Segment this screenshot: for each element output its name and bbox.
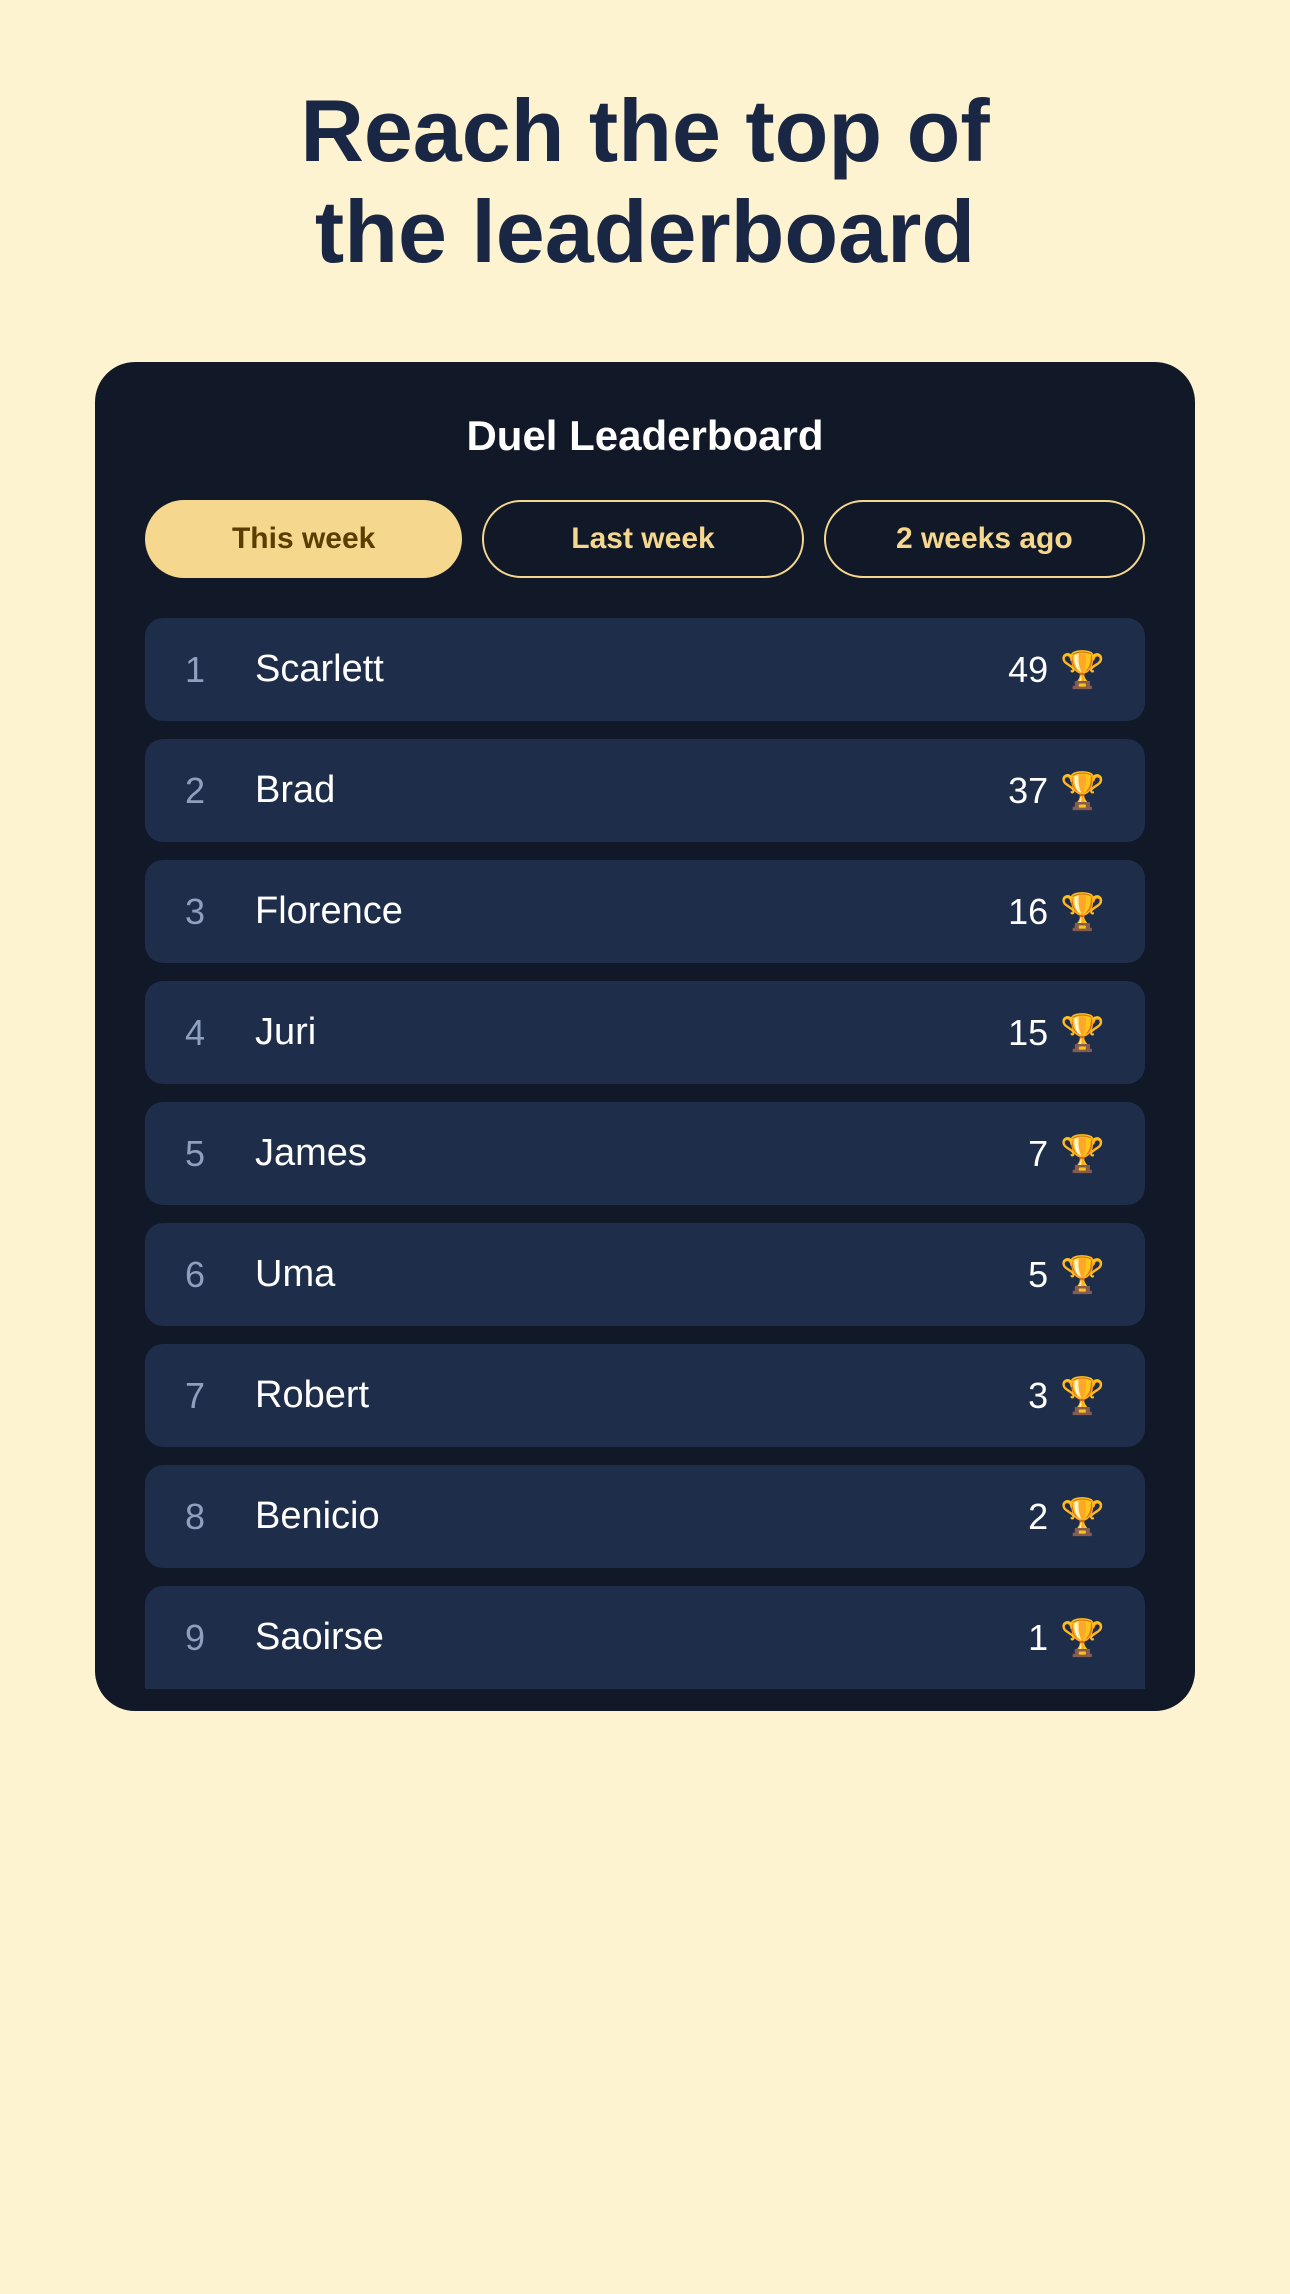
trophy-icon-4: 🏆 [1060, 1012, 1105, 1054]
trophy-icon-2: 🏆 [1060, 770, 1105, 812]
row-right: 2 🏆 [1028, 1496, 1105, 1538]
table-row: 1 Scarlett 49 🏆 [145, 618, 1145, 721]
rank-4: 4 [185, 1012, 225, 1054]
table-row: 6 Uma 5 🏆 [145, 1223, 1145, 1326]
rank-2: 2 [185, 770, 225, 812]
trophy-icon-7: 🏆 [1060, 1375, 1105, 1417]
table-row: 2 Brad 37 🏆 [145, 739, 1145, 842]
row-right: 15 🏆 [1008, 1012, 1105, 1054]
tab-row: This week Last week 2 weeks ago [145, 500, 1145, 578]
score-2: 37 [1008, 770, 1048, 812]
row-left: 9 Saoirse [185, 1616, 384, 1659]
player-name-4: Juri [255, 1011, 316, 1054]
score-1: 49 [1008, 649, 1048, 691]
row-right: 37 🏆 [1008, 770, 1105, 812]
table-row: 4 Juri 15 🏆 [145, 981, 1145, 1084]
row-left: 8 Benicio [185, 1495, 380, 1538]
trophy-icon-9: 🏆 [1060, 1617, 1105, 1659]
row-left: 2 Brad [185, 769, 335, 812]
row-right: 3 🏆 [1028, 1375, 1105, 1417]
score-3: 16 [1008, 891, 1048, 933]
score-5: 7 [1028, 1133, 1048, 1175]
player-name-9: Saoirse [255, 1616, 384, 1659]
tab-last-week[interactable]: Last week [482, 500, 803, 578]
trophy-icon-8: 🏆 [1060, 1496, 1105, 1538]
table-row: 9 Saoirse 1 🏆 [145, 1586, 1145, 1689]
rank-3: 3 [185, 891, 225, 933]
player-name-1: Scarlett [255, 648, 384, 691]
player-name-3: Florence [255, 890, 403, 933]
trophy-icon-6: 🏆 [1060, 1254, 1105, 1296]
tab-this-week[interactable]: This week [145, 500, 462, 578]
trophy-icon-1: 🏆 [1060, 649, 1105, 691]
score-9: 1 [1028, 1617, 1048, 1659]
rank-6: 6 [185, 1254, 225, 1296]
score-8: 2 [1028, 1496, 1048, 1538]
row-left: 4 Juri [185, 1011, 316, 1054]
row-left: 3 Florence [185, 890, 403, 933]
tab-two-weeks-ago[interactable]: 2 weeks ago [824, 500, 1145, 578]
leaderboard-title: Duel Leaderboard [145, 412, 1145, 460]
table-row: 3 Florence 16 🏆 [145, 860, 1145, 963]
row-right: 5 🏆 [1028, 1254, 1105, 1296]
table-row: 5 James 7 🏆 [145, 1102, 1145, 1205]
leaderboard-list: 1 Scarlett 49 🏆 2 Brad 37 🏆 3 Florence [145, 618, 1145, 1671]
player-name-5: James [255, 1132, 367, 1175]
rank-1: 1 [185, 649, 225, 691]
player-name-7: Robert [255, 1374, 369, 1417]
row-right: 16 🏆 [1008, 891, 1105, 933]
trophy-icon-5: 🏆 [1060, 1133, 1105, 1175]
table-row: 8 Benicio 2 🏆 [145, 1465, 1145, 1568]
score-6: 5 [1028, 1254, 1048, 1296]
score-4: 15 [1008, 1012, 1048, 1054]
row-right: 1 🏆 [1028, 1617, 1105, 1659]
trophy-icon-3: 🏆 [1060, 891, 1105, 933]
row-left: 5 James [185, 1132, 367, 1175]
player-name-8: Benicio [255, 1495, 380, 1538]
row-right: 7 🏆 [1028, 1133, 1105, 1175]
player-name-2: Brad [255, 769, 335, 812]
leaderboard-card: Duel Leaderboard This week Last week 2 w… [95, 362, 1195, 1711]
row-left: 6 Uma [185, 1253, 335, 1296]
table-row: 7 Robert 3 🏆 [145, 1344, 1145, 1447]
rank-9: 9 [185, 1617, 225, 1659]
row-left: 7 Robert [185, 1374, 369, 1417]
row-left: 1 Scarlett [185, 648, 384, 691]
rank-7: 7 [185, 1375, 225, 1417]
page-title: Reach the top of the leaderboard [245, 80, 1045, 282]
player-name-6: Uma [255, 1253, 335, 1296]
rank-8: 8 [185, 1496, 225, 1538]
rank-5: 5 [185, 1133, 225, 1175]
score-7: 3 [1028, 1375, 1048, 1417]
row-right: 49 🏆 [1008, 649, 1105, 691]
